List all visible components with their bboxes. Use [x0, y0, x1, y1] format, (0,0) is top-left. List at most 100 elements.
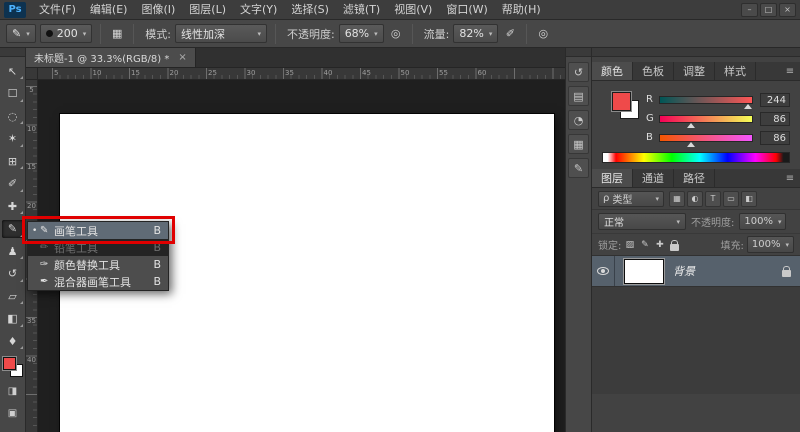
- panel-dock-icon-info[interactable]: ◔: [568, 110, 589, 130]
- brush-size-picker[interactable]: 200 ▾: [40, 24, 93, 43]
- horizontal-ruler[interactable]: 51015202530354045505560: [38, 68, 565, 80]
- blend-mode-select[interactable]: 线性加深 ▾: [175, 24, 267, 43]
- tool-icon: ◨: [8, 386, 17, 397]
- menu-layer[interactable]: 图层(L): [182, 0, 233, 20]
- panel-dock-icon-history[interactable]: ↺: [568, 62, 589, 82]
- foreground-color-swatch[interactable]: [3, 357, 16, 370]
- screen-mode-button[interactable]: ▣: [2, 405, 24, 421]
- menu-type[interactable]: 文字(Y): [233, 0, 284, 20]
- quick-selection-tool[interactable]: ✶: [2, 130, 24, 148]
- slider-thumb-icon[interactable]: [687, 142, 695, 147]
- menu-select[interactable]: 选择(S): [284, 0, 336, 20]
- tab-channels[interactable]: 通道: [633, 169, 674, 187]
- slider-thumb-icon[interactable]: [744, 104, 752, 109]
- layer-name[interactable]: 背景: [673, 263, 778, 279]
- tool-preset-picker[interactable]: ✎ ▾: [6, 24, 36, 43]
- quick-mask-button[interactable]: ◨: [2, 383, 24, 399]
- flyout-color-replacement-tool[interactable]: ✑ 颜色替换工具 B: [28, 256, 168, 273]
- layer-fill-field[interactable]: 100% ▾: [747, 236, 794, 253]
- lasso-tool[interactable]: ◌: [2, 107, 24, 125]
- layer-filter-type-select[interactable]: ρ 类型 ▾: [598, 191, 664, 207]
- color-slider-track[interactable]: [659, 134, 753, 142]
- filter-shape-layers-icon[interactable]: ▭: [723, 191, 739, 207]
- opacity-select[interactable]: 68% ▾: [339, 24, 384, 43]
- color-slider-row: R 244: [646, 90, 790, 109]
- lock-position-icon[interactable]: ✚: [653, 238, 666, 252]
- crop-tool[interactable]: ⊞: [2, 152, 24, 170]
- tab-swatches[interactable]: 色板: [633, 62, 674, 80]
- ruler-number: 45: [360, 68, 399, 78]
- panel-menu-icon[interactable]: ≡: [780, 169, 800, 187]
- slider-thumb-icon[interactable]: [687, 123, 695, 128]
- blur-tool[interactable]: ♦: [2, 332, 24, 350]
- menu-filter[interactable]: 滤镜(T): [336, 0, 387, 20]
- panel-dock-header[interactable]: [566, 48, 591, 57]
- tab-color[interactable]: 颜色: [592, 62, 633, 80]
- lock-transparency-icon[interactable]: ▨: [623, 238, 636, 252]
- filter-type-layers-icon[interactable]: T: [705, 191, 721, 207]
- toggle-brush-panel-icon[interactable]: ▦: [107, 24, 127, 43]
- eraser-tool[interactable]: ▱: [2, 287, 24, 305]
- channel-value-field[interactable]: 86: [760, 112, 790, 126]
- layer-opacity-field[interactable]: 100% ▾: [739, 213, 786, 230]
- lock-all-icon[interactable]: [670, 244, 679, 251]
- menu-image[interactable]: 图像(I): [134, 0, 182, 20]
- restore-button[interactable]: □: [760, 3, 777, 17]
- filter-smart-objects-icon[interactable]: ◧: [741, 191, 757, 207]
- healing-brush-tool[interactable]: ✚: [2, 197, 24, 215]
- color-spectrum-ramp[interactable]: [602, 152, 790, 163]
- minimize-button[interactable]: –: [741, 3, 758, 17]
- close-button[interactable]: ×: [779, 3, 796, 17]
- channel-label: B: [646, 132, 659, 143]
- layer-visibility-cell[interactable]: [592, 256, 615, 286]
- lock-pixels-icon[interactable]: ✎: [638, 238, 651, 252]
- menu-file[interactable]: 文件(F): [32, 0, 83, 20]
- clone-stamp-tool[interactable]: ♟: [2, 242, 24, 260]
- tab-close-icon[interactable]: ×: [178, 52, 186, 63]
- history-brush-tool[interactable]: ↺: [2, 265, 24, 283]
- rectangular-marquee-tool[interactable]: ☐: [2, 85, 24, 103]
- tools-panel-header[interactable]: [0, 48, 25, 57]
- tool-icon: ▱: [8, 290, 16, 303]
- layer-thumbnail[interactable]: [624, 259, 664, 284]
- foreground-background-swatches[interactable]: [3, 357, 23, 377]
- foreground-color-swatch[interactable]: [612, 92, 631, 111]
- layer-row-background[interactable]: 背景: [592, 256, 800, 287]
- layer-blend-mode-select[interactable]: 正常 ▾: [598, 213, 686, 230]
- menu-window[interactable]: 窗口(W): [439, 0, 494, 20]
- tab-paths[interactable]: 路径: [674, 169, 715, 187]
- move-tool[interactable]: ↖: [2, 62, 24, 80]
- document-tab[interactable]: 未标题-1 @ 33.3%(RGB/8) * ×: [26, 48, 196, 67]
- menu-view[interactable]: 视图(V): [387, 0, 439, 20]
- chevron-down-icon: ▾: [83, 30, 87, 38]
- menu-help[interactable]: 帮助(H): [495, 0, 548, 20]
- tool-icon: ⊞: [8, 155, 17, 168]
- pen-pressure-size-icon[interactable]: ◎: [533, 24, 553, 43]
- flow-select[interactable]: 82% ▾: [453, 24, 498, 43]
- panel-dock-icon-properties[interactable]: ▤: [568, 86, 589, 106]
- eye-icon[interactable]: [597, 267, 609, 275]
- airbrush-icon[interactable]: ✐: [500, 24, 520, 43]
- panel-group-header[interactable]: [592, 48, 800, 57]
- menu-edit[interactable]: 编辑(E): [83, 0, 135, 20]
- channel-value-field[interactable]: 244: [760, 93, 790, 107]
- channel-value-field[interactable]: 86: [760, 131, 790, 145]
- eyedropper-tool[interactable]: ✐: [2, 175, 24, 193]
- panel-dock-icon-paths[interactable]: ✎: [568, 158, 589, 178]
- tab-adjustments[interactable]: 调整: [674, 62, 715, 80]
- panel-dock-icon-character[interactable]: ▦: [568, 134, 589, 154]
- tab-styles[interactable]: 样式: [715, 62, 756, 80]
- tab-layers[interactable]: 图层: [592, 169, 633, 187]
- filter-adjustment-layers-icon[interactable]: ◐: [687, 191, 703, 207]
- color-swatch-pair: [612, 92, 639, 119]
- photoshop-window: Ps 文件(F) 编辑(E) 图像(I) 图层(L) 文字(Y) 选择(S) 滤…: [0, 0, 800, 432]
- color-slider-track[interactable]: [659, 115, 753, 123]
- pen-pressure-opacity-icon[interactable]: ◎: [386, 24, 406, 43]
- color-slider-track[interactable]: [659, 96, 753, 104]
- gradient-tool[interactable]: ◧: [2, 310, 24, 328]
- panel-menu-icon[interactable]: ≡: [780, 62, 800, 80]
- flyout-mixer-brush-tool[interactable]: ✒ 混合器画笔工具 B: [28, 273, 168, 290]
- filter-pixel-layers-icon[interactable]: ▦: [669, 191, 685, 207]
- lock-icons: ▨ ✎ ✚: [621, 238, 666, 252]
- brush-tool[interactable]: ✎: [2, 220, 24, 238]
